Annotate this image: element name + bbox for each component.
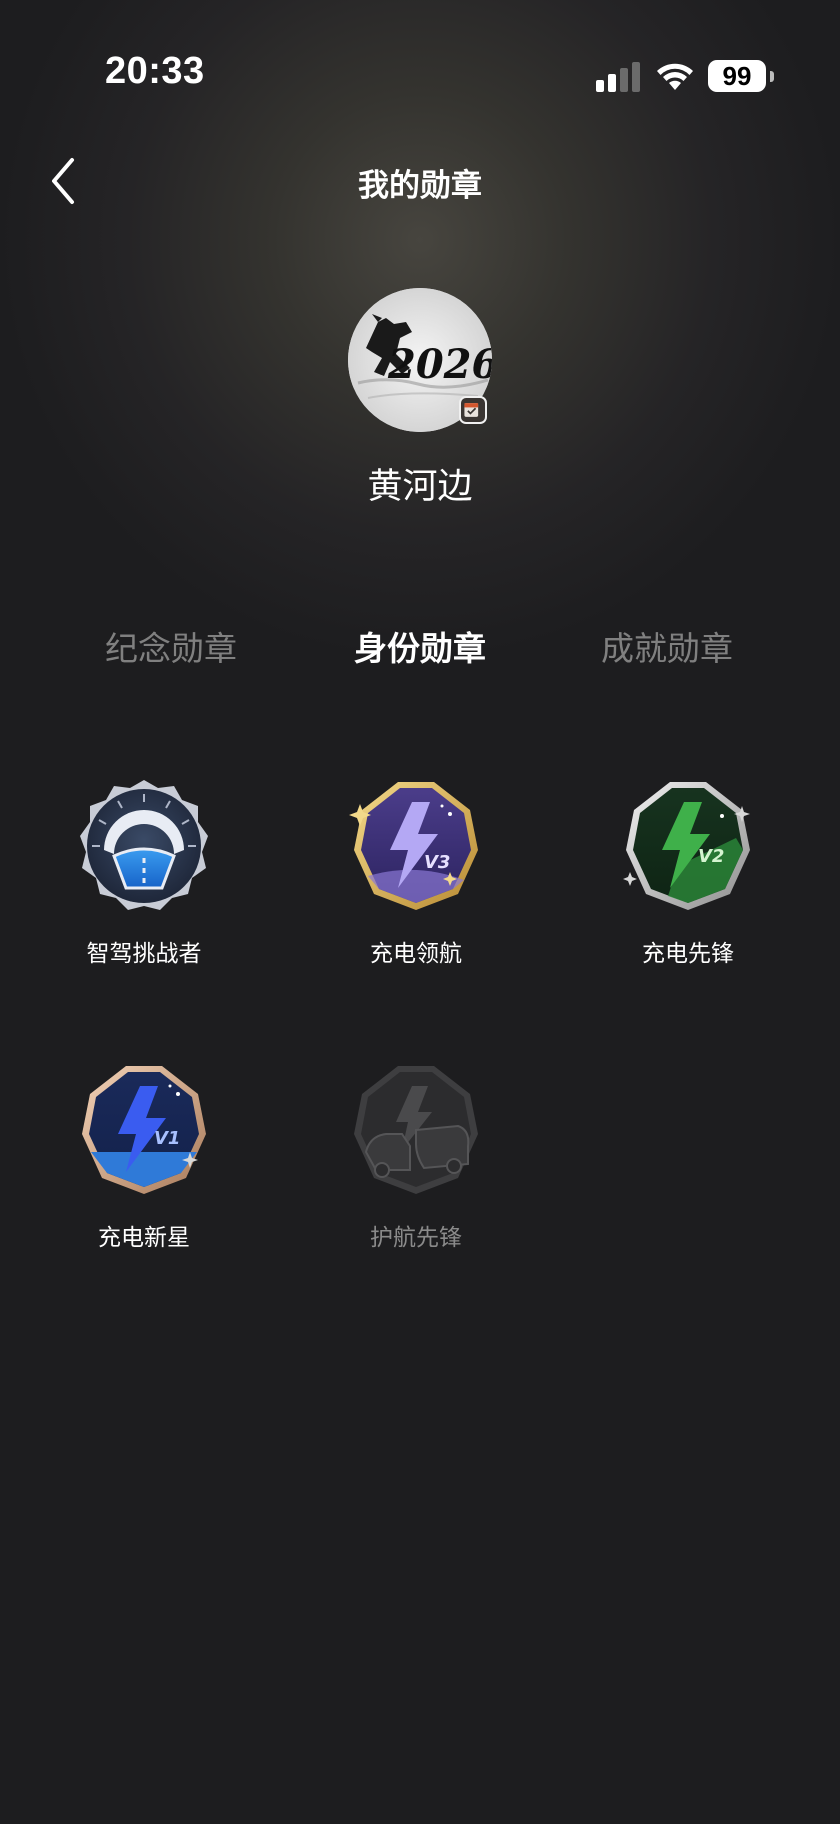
svg-text:V2: V2	[698, 846, 724, 867]
badge-label: 充电新星	[98, 1225, 190, 1251]
svg-text:V1: V1	[154, 1128, 180, 1149]
badge-item-escort-pioneer[interactable]: 护航先锋	[306, 1060, 526, 1252]
wifi-icon	[657, 63, 693, 90]
tab-identity-badges[interactable]: 身份勋章	[300, 622, 540, 670]
lightning-car-badge-icon	[354, 1066, 478, 1194]
battery-icon: 99	[708, 60, 774, 92]
status-time: 20:33	[105, 50, 205, 92]
badge-item-smart-driving-challenger[interactable]: 智驾挑战者	[34, 776, 254, 968]
tab-achievement-badges[interactable]: 成就勋章	[547, 622, 787, 670]
badge-label: 护航先锋	[370, 1225, 462, 1251]
tab-commemorative-badges[interactable]: 纪念勋章	[51, 622, 291, 670]
lightning-v1-badge-icon: V1	[82, 1066, 206, 1194]
badge-label: 智驾挑战者	[86, 941, 202, 967]
username: 黄河边	[367, 467, 473, 507]
page-title: 我的勋章	[358, 168, 482, 204]
svg-text:2026: 2026	[387, 341, 492, 388]
badge-category-tabs: 纪念勋章 身份勋章 成就勋章	[0, 622, 840, 682]
svg-text:V3: V3	[424, 852, 450, 873]
steering-road-badge-icon	[80, 780, 208, 910]
status-bar: 20:33 99	[0, 0, 840, 120]
calendar-badge-icon	[459, 396, 487, 424]
battery-level: 99	[722, 61, 752, 91]
badge-label: 充电领航	[370, 941, 462, 967]
badge-label: 充电先锋	[642, 941, 734, 967]
lightning-v2-badge-icon: V2	[623, 782, 750, 910]
cellular-signal-icon	[596, 62, 640, 92]
lightning-v3-badge-icon: V3	[349, 782, 478, 910]
badge-item-charging-newstar[interactable]: V1 充电新星	[34, 1060, 254, 1252]
badge-item-charging-pioneer[interactable]: V2 充电先锋	[578, 776, 798, 968]
badge-item-charging-navigator[interactable]: V3 充电领航	[306, 776, 526, 968]
badges-screen: 20:33 99 我的勋章 2026 黄河边 纪念勋章 身份勋章 成就勋章 智驾…	[0, 0, 840, 1824]
